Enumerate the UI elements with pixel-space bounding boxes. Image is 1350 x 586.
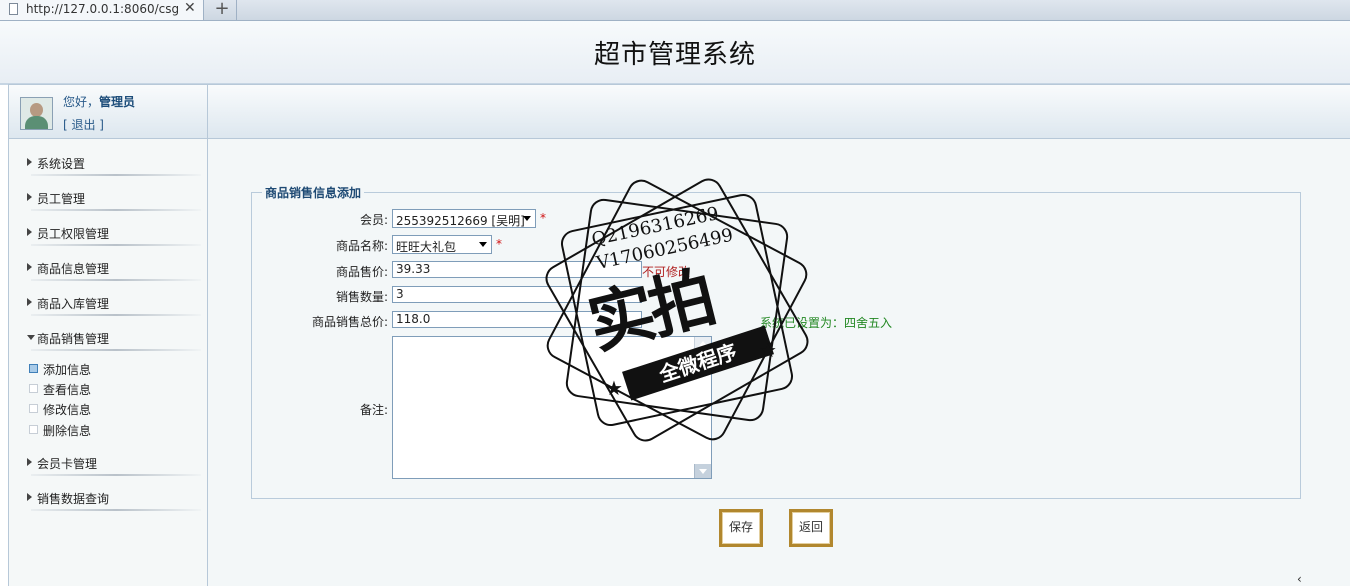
greeting: 您好，管理员 <box>63 93 135 110</box>
sidebar-item-product-info[interactable]: 商品信息管理 <box>21 258 201 281</box>
bullet-icon <box>29 425 38 434</box>
sidebar-item-label: 销售数据查询 <box>37 492 110 506</box>
user-panel: 您好，管理员 [ 退出 ] <box>9 85 208 139</box>
avatar-body <box>25 116 48 129</box>
sidebar-item-label: 商品入库管理 <box>37 297 110 311</box>
back-button[interactable]: 返回 <box>789 509 833 547</box>
caret-right-icon <box>27 263 32 271</box>
scroll-up-icon[interactable] <box>694 337 711 351</box>
product-select[interactable]: 旺旺大礼包 <box>392 235 492 254</box>
product-value: 旺旺大礼包 <box>396 240 457 254</box>
sidebar-item-staff[interactable]: 员工管理 <box>21 188 201 211</box>
tab-title: http://127.0.0.1:8060/csgl/l <box>26 2 178 16</box>
divider <box>31 279 201 281</box>
sub-item-label: 查看信息 <box>43 383 92 397</box>
sidebar-item-label: 商品信息管理 <box>37 262 110 276</box>
price-label: 商品售价: <box>335 265 388 279</box>
sidebar-item-label: 商品销售管理 <box>37 332 110 346</box>
sidebar-item-label: 员工管理 <box>37 192 86 206</box>
sidebar: 系统设置 员工管理 员工权限管理 商品信息管理 商品入库管理 商品销售管理 添加… <box>9 139 208 586</box>
chevron-left-icon[interactable]: ‹ <box>1297 572 1302 586</box>
sidebar-item-label: 系统设置 <box>37 157 86 171</box>
member-label: 会员: <box>359 213 388 227</box>
divider <box>31 509 201 511</box>
caret-right-icon <box>27 158 32 166</box>
sidebar-item-system-settings[interactable]: 系统设置 <box>21 153 201 176</box>
close-tab-icon[interactable]: ✕ <box>184 0 196 16</box>
caret-right-icon <box>27 228 32 236</box>
sub-item-label: 删除信息 <box>43 424 92 438</box>
bullet-icon <box>29 384 38 393</box>
member-value: 255392512669 [吴明] <box>396 214 525 228</box>
main-frame: 您好，管理员 [ 退出 ] 系统设置 员工管理 员工权限管理 商品信息管理 商品 <box>8 84 1350 586</box>
sidebar-item-member-card[interactable]: 会员卡管理 <box>21 453 201 476</box>
logout-link[interactable]: [ 退出 ] <box>63 116 104 133</box>
sidebar-item-staff-permissions[interactable]: 员工权限管理 <box>21 223 201 246</box>
price-readonly-hint: 不可修改 <box>642 265 691 279</box>
avatar <box>20 97 53 130</box>
caret-right-icon <box>27 298 32 306</box>
app-title: 超市管理系统 <box>593 40 756 70</box>
top-strip <box>208 85 1350 139</box>
form-legend: 商品销售信息添加 <box>262 184 365 201</box>
new-tab-button[interactable]: + <box>208 0 237 20</box>
user-name: 管理员 <box>99 95 136 109</box>
dropdown-arrow-icon <box>479 242 487 247</box>
member-select[interactable]: 255392512669 [吴明] <box>392 209 536 228</box>
scroll-down-icon[interactable] <box>694 464 711 478</box>
sidebar-item-stock-in[interactable]: 商品入库管理 <box>21 293 201 316</box>
sub-item-label: 添加信息 <box>43 363 92 377</box>
caret-right-icon <box>27 493 32 501</box>
browser-tab-bar: http://127.0.0.1:8060/csgl/l ✕ + <box>0 0 1350 21</box>
sidebar-item-label: 会员卡管理 <box>37 457 98 471</box>
rounding-hint: 系统已设置为：四舍五入 <box>760 316 893 330</box>
bullet-icon <box>29 364 38 373</box>
caret-right-icon <box>27 458 32 466</box>
total-label: 商品销售总价: <box>311 315 388 329</box>
sidebar-item-sales[interactable]: 商品销售管理 <box>21 328 201 351</box>
bullet-icon <box>29 404 38 413</box>
sidebar-item-sales-query[interactable]: 销售数据查询 <box>21 488 201 511</box>
quantity-label: 销售数量: <box>335 290 388 304</box>
dropdown-arrow-icon <box>523 216 531 221</box>
divider <box>31 474 201 476</box>
caret-right-icon <box>27 193 32 201</box>
remark-label: 备注: <box>359 403 388 417</box>
caret-down-icon <box>27 335 35 340</box>
sales-form: 商品销售信息添加 会员: 255392512669 [吴明] * 商品名称: 旺… <box>251 184 1301 499</box>
price-input[interactable]: 39.33 <box>392 261 642 278</box>
divider <box>31 349 201 351</box>
required-mark: * <box>496 237 502 251</box>
divider <box>31 174 201 176</box>
required-mark: * <box>540 211 546 225</box>
save-button[interactable]: 保存 <box>719 509 763 547</box>
content-area: 商品销售信息添加 会员: 255392512669 [吴明] * 商品名称: 旺… <box>208 139 1350 586</box>
divider <box>31 314 201 316</box>
greeting-text: 您好， <box>63 95 100 109</box>
avatar-head <box>30 103 43 117</box>
divider <box>31 209 201 211</box>
app-header: 超市管理系统 <box>0 21 1350 85</box>
sidebar-item-label: 员工权限管理 <box>37 227 110 241</box>
divider <box>31 244 201 246</box>
total-input[interactable]: 118.0 <box>392 311 642 328</box>
quantity-input[interactable]: 3 <box>392 286 642 303</box>
remark-textarea[interactable] <box>392 336 712 479</box>
browser-tab[interactable]: http://127.0.0.1:8060/csgl/l ✕ <box>0 0 204 20</box>
sub-item-label: 修改信息 <box>43 403 92 417</box>
page-icon <box>9 3 18 15</box>
product-label: 商品名称: <box>335 239 388 253</box>
